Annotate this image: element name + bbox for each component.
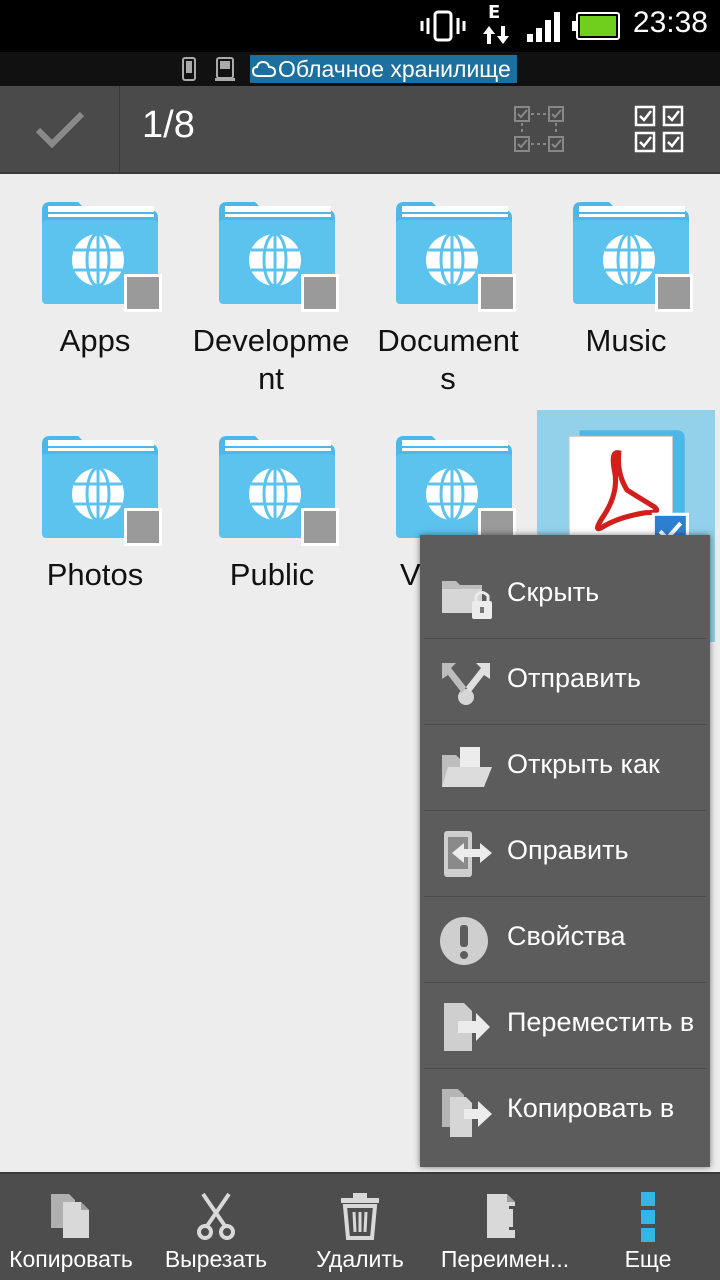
delete-button[interactable]: Удалить: [290, 1174, 430, 1280]
bottom-toolbar: Копировать Вырезать Удалить Переимен... …: [0, 1172, 720, 1280]
rename-icon: [487, 1194, 521, 1238]
menu-item-label: Свойства: [507, 921, 626, 951]
done-button[interactable]: [0, 86, 120, 174]
rename-button[interactable]: Переимен...: [434, 1174, 576, 1280]
menu-item-label: Переместить в: [507, 1007, 695, 1037]
menu-item-label: Отправить: [507, 663, 641, 693]
info-exclamation-icon: [440, 917, 488, 965]
cloud-icon: [252, 60, 276, 77]
file-tile-photos[interactable]: Photos: [6, 408, 184, 638]
hide-folder-lock-icon: [442, 581, 492, 619]
file-tile-documents[interactable]: Documents: [360, 174, 538, 404]
network-type: E: [488, 2, 501, 23]
copy-to-icon: [442, 1089, 492, 1137]
cloud-folder-icon: [42, 202, 162, 312]
menu-item-label: Открыть как: [507, 749, 660, 779]
clock: 23:38: [632, 6, 708, 39]
menu-item-open-as[interactable]: Открыть как: [424, 725, 706, 811]
menu-item-label: Скрыть: [507, 577, 600, 607]
menu-item-share[interactable]: Отправить: [424, 639, 706, 725]
menu-item-hide[interactable]: Скрыть: [424, 553, 706, 639]
select-range-button[interactable]: [496, 86, 584, 174]
button-label: Еще: [624, 1246, 672, 1272]
file-name: Development: [192, 323, 350, 396]
file-name: Public: [229, 557, 315, 592]
selection-count: 1/8: [142, 104, 195, 146]
more-button[interactable]: Еще: [580, 1174, 716, 1280]
breadcrumb-current-cloud[interactable]: Облачное хранилище: [250, 55, 517, 83]
breadcrumb: Облачное хранилище: [0, 52, 720, 86]
phone-storage-icon[interactable]: [180, 56, 198, 82]
vibrate-icon: [420, 10, 466, 42]
menu-item-label: Оправить: [507, 835, 629, 865]
button-label: Удалить: [316, 1246, 404, 1272]
button-label: Вырезать: [164, 1246, 268, 1272]
cut-button[interactable]: Вырезать: [146, 1174, 286, 1280]
menu-item-send[interactable]: Оправить: [424, 811, 706, 897]
copy-icon: [51, 1194, 89, 1238]
select-range-icon: [514, 106, 564, 152]
menu-item-label: Копировать в: [507, 1093, 675, 1123]
copy-button[interactable]: Копировать: [0, 1174, 142, 1280]
file-tile-music[interactable]: Music: [537, 174, 715, 404]
file-name: Photos: [46, 557, 144, 592]
file-tile-public[interactable]: Public: [183, 408, 361, 638]
cloud-folder-icon: [396, 436, 516, 546]
pdf-file-icon: [568, 430, 689, 550]
file-name: Documents: [377, 323, 519, 396]
data-transfer-icon: E: [480, 2, 512, 48]
scissors-icon: [197, 1192, 235, 1240]
sd-storage-icon[interactable]: [214, 56, 236, 82]
selection-action-bar: 1/8: [0, 86, 720, 174]
share-icon: [442, 663, 490, 705]
screen: E 23:38 Облачное хранилище 1/8 Apps Deve…: [0, 0, 720, 1280]
cloud-folder-icon: [42, 436, 162, 546]
cloud-folder-icon: [219, 202, 339, 312]
breadcrumb-current-label: Облачное хранилище: [278, 56, 511, 82]
file-name: Apps: [59, 323, 131, 358]
file-name: Music: [585, 323, 667, 358]
menu-item-move-to[interactable]: Переместить в: [424, 983, 706, 1069]
more-vertical-icon: [641, 1192, 655, 1242]
menu-item-copy-to[interactable]: Копировать в: [424, 1069, 706, 1155]
file-tile-apps[interactable]: Apps: [6, 174, 184, 404]
select-all-button[interactable]: [616, 86, 704, 174]
done-check-icon: [35, 111, 84, 149]
button-label: Копировать: [9, 1246, 133, 1272]
menu-item-properties[interactable]: Свойства: [424, 897, 706, 983]
open-as-folder-icon: [442, 747, 492, 787]
battery-icon: [572, 12, 620, 40]
move-to-icon: [444, 1003, 490, 1051]
button-label: Переимен...: [440, 1246, 570, 1272]
signal-icon: [527, 12, 560, 42]
status-bar: E 23:38: [0, 0, 720, 52]
context-menu: Скрыть Отправить Открыть как Оправить Св…: [420, 535, 710, 1167]
cloud-folder-icon: [573, 202, 693, 312]
trash-icon: [341, 1193, 379, 1240]
file-tile-development[interactable]: Development: [183, 174, 361, 404]
select-all-icon: [634, 105, 684, 153]
send-to-device-icon: [444, 831, 492, 877]
cloud-folder-icon: [219, 436, 339, 546]
cloud-folder-icon: [396, 202, 516, 312]
